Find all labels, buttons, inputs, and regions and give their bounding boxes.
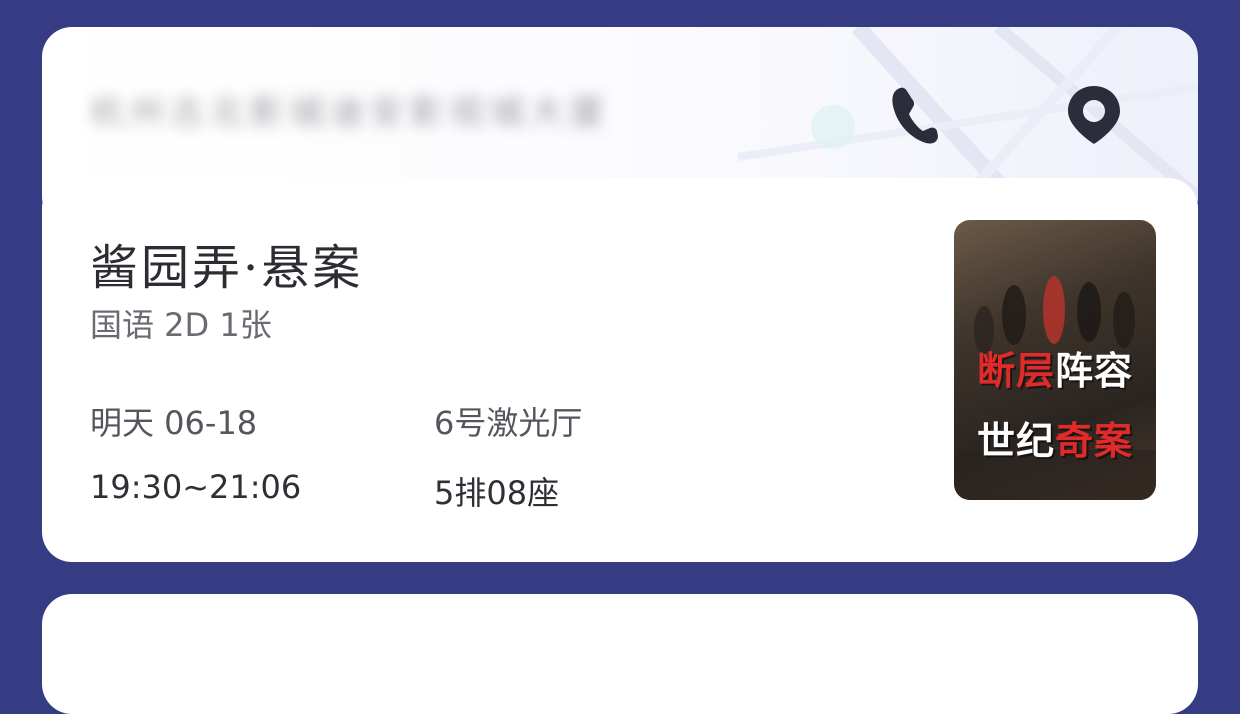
show-time: 19:30~21:06 [90, 468, 302, 506]
hall-name: 6号激光厅 [434, 404, 583, 442]
movie-poster[interactable]: 断层阵容 世纪奇案 [954, 220, 1156, 500]
location-button[interactable] [1064, 85, 1124, 145]
phone-icon [892, 87, 938, 144]
cinema-name[interactable]: 杭州古北影城迪安影视城大厦 [90, 85, 610, 134]
location-pin-icon [1068, 86, 1120, 144]
next-card [42, 594, 1198, 714]
ticket-card[interactable]: 酱园弄·悬案 国语 2D 1张 明天 06-18 19:30~21:06 6号激… [42, 178, 1198, 562]
movie-title: 酱园弄·悬案 [90, 240, 364, 296]
movie-meta: 国语 2D 1张 [90, 306, 272, 344]
poster-tagline-1: 断层阵容 [976, 349, 1134, 393]
seat-number: 5排08座 [434, 474, 560, 512]
phone-button[interactable] [886, 85, 946, 145]
show-date: 明天 06-18 [90, 404, 258, 442]
poster-tagline-2: 世纪奇案 [976, 419, 1134, 463]
